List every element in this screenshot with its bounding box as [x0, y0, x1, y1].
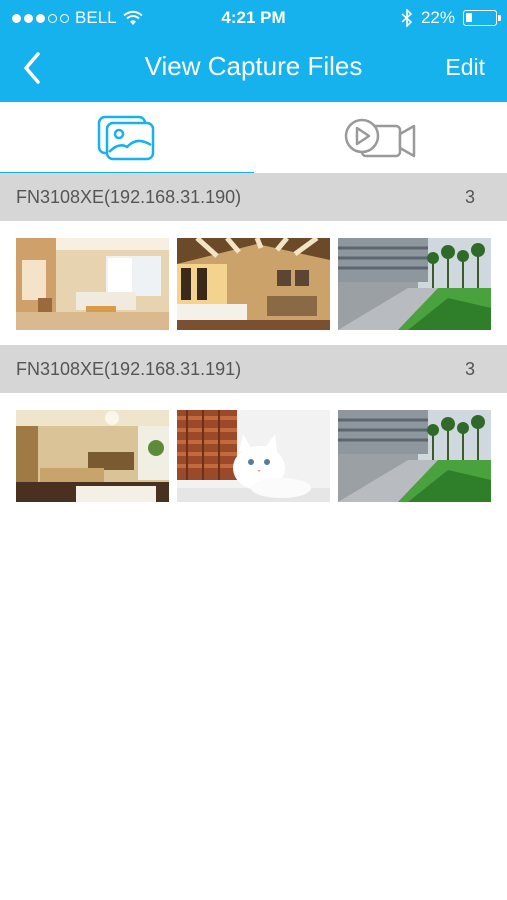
thumbnail-white-kitten[interactable]	[177, 410, 330, 502]
nav-bar: View Capture Files Edit	[0, 34, 507, 102]
thumbnail-office-campus[interactable]	[338, 238, 491, 330]
thumbnail-office-campus-2[interactable]	[338, 410, 491, 502]
thumbnail-bedroom[interactable]	[177, 238, 330, 330]
device-name: FN3108XE(192.168.31.190)	[16, 187, 242, 207]
tab-videos[interactable]	[254, 102, 507, 176]
thumbnail-row	[0, 238, 507, 330]
capture-count: 3	[464, 187, 475, 207]
tab-images[interactable]	[0, 102, 253, 176]
video-camera-icon	[344, 118, 416, 158]
thumbnail-living-room[interactable]	[16, 238, 169, 330]
device-group-header: FN3108XE(192.168.31.191) 3	[0, 345, 507, 393]
thumbnail-row	[0, 410, 507, 502]
thumbnail-living-room-2[interactable]	[16, 410, 169, 502]
media-type-tabs	[0, 102, 507, 176]
bluetooth-icon	[401, 9, 413, 27]
device-group-header: FN3108XE(192.168.31.190) 3	[0, 173, 507, 221]
battery-percentage: 22%	[420, 8, 455, 27]
device-name: FN3108XE(192.168.31.191)	[16, 359, 242, 379]
capture-count: 3	[464, 359, 475, 379]
edit-button[interactable]: Edit	[445, 54, 485, 81]
battery-icon	[463, 10, 501, 26]
status-bar: BELL 4:21 PM 22%	[0, 0, 507, 34]
app-header: BELL 4:21 PM 22% View Capture Files Edit	[0, 0, 507, 102]
page-title: View Capture Files	[144, 51, 363, 81]
image-gallery-icon	[97, 115, 155, 161]
